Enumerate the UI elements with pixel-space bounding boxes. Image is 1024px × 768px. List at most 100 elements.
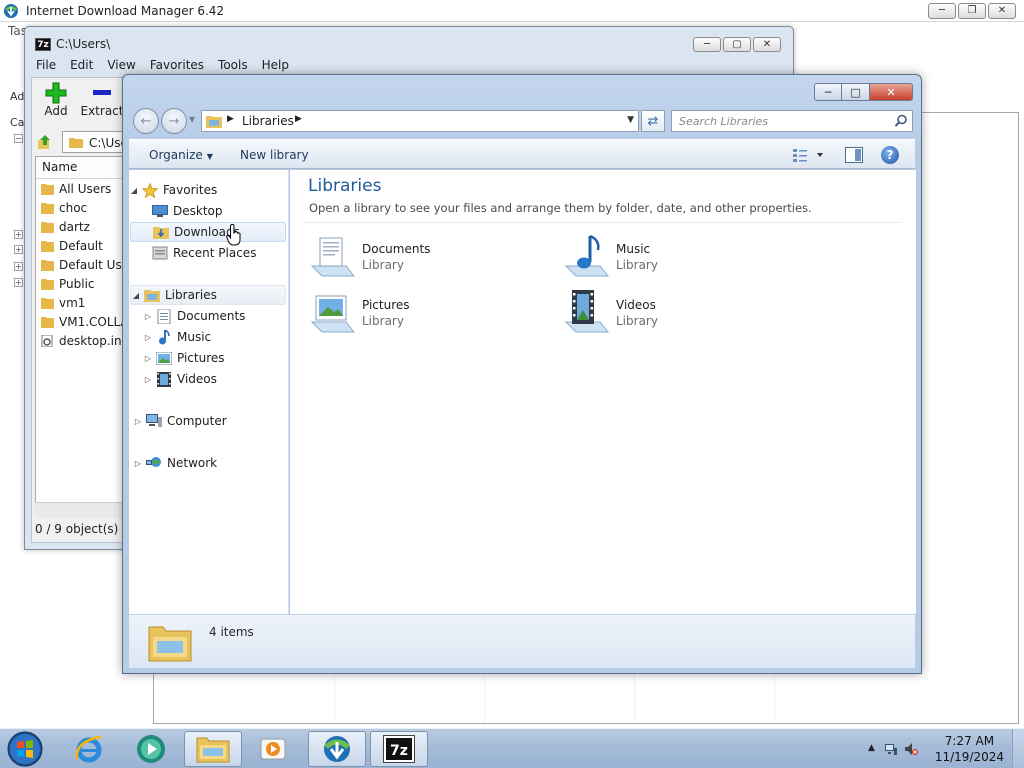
library-music[interactable]: Music Library (562, 232, 762, 282)
collapse-triangle-icon[interactable]: ◢ (129, 186, 139, 195)
tree-expand-icon[interactable]: + (14, 230, 23, 239)
desktop-icon (152, 204, 168, 218)
recent-pages-chevron-icon[interactable]: ▼ (189, 115, 195, 124)
menu-edit[interactable]: Edit (65, 57, 98, 77)
idm-title: Internet Download Manager 6.42 (26, 4, 225, 18)
restore-icon: ❐ (967, 5, 977, 16)
idm-minimize-button[interactable]: ─ (928, 3, 956, 19)
search-input[interactable] (672, 111, 886, 131)
address-dropdown-icon[interactable]: ▼ (627, 115, 634, 125)
library-documents[interactable]: Documents Library (308, 232, 508, 282)
nav-documents[interactable]: ▷ Documents (143, 306, 245, 326)
sevenzip-maximize-button[interactable]: ▢ (723, 37, 751, 52)
expand-triangle-icon[interactable]: ▷ (143, 312, 153, 321)
change-view-icon[interactable] (791, 146, 827, 164)
nav-network[interactable]: ▷ Network (133, 453, 217, 473)
nav-videos[interactable]: ▷ Videos (143, 369, 217, 389)
explorer-window: ─ □ ✕ ← → ▼ ▶ Libraries ▶ ▼ ⇄ Organize▼ … (122, 74, 922, 674)
back-button[interactable]: ← (133, 108, 159, 134)
search-box (671, 110, 913, 132)
divider (304, 222, 902, 223)
libraries-folder-icon (206, 116, 222, 128)
add-button[interactable]: Add (34, 82, 78, 118)
back-arrow-icon: ← (140, 113, 152, 129)
nav-downloads[interactable]: Downloads (130, 222, 286, 242)
tree-expand-icon[interactable]: − (14, 134, 23, 143)
idm-logo-icon (4, 4, 18, 18)
star-icon (142, 182, 158, 198)
expand-triangle-icon[interactable]: ▷ (143, 375, 153, 384)
explorer-close-button[interactable]: ✕ (870, 83, 913, 101)
dropdown-caret-icon: ▼ (206, 152, 213, 161)
show-desktop-button[interactable] (1012, 729, 1024, 768)
network-status-icon[interactable] (884, 742, 898, 756)
library-name: Documents (362, 242, 431, 256)
taskbar-media-app[interactable] (122, 731, 180, 767)
preview-pane-button[interactable] (845, 147, 863, 163)
minimize-icon: ─ (824, 85, 832, 99)
hand-cursor-icon (226, 224, 241, 246)
nav-computer[interactable]: ▷ Computer (133, 411, 227, 431)
videos-library-icon (564, 290, 610, 333)
up-folder-icon[interactable] (36, 133, 54, 151)
address-bar[interactable]: ▶ Libraries ▶ ▼ (201, 110, 639, 132)
help-button[interactable]: ? (881, 146, 899, 164)
minimize-icon: ─ (938, 5, 946, 16)
nav-recent-places[interactable]: Recent Places (149, 243, 256, 263)
clock-time: 7:27 AM (944, 734, 995, 748)
expand-triangle-icon[interactable]: ▷ (143, 354, 153, 363)
forward-button[interactable]: → (161, 108, 187, 134)
volume-muted-icon[interactable] (904, 742, 918, 756)
pictures-icon (156, 351, 172, 365)
library-kind: Library (616, 258, 658, 272)
idm-close-button[interactable]: ✕ (988, 3, 1016, 19)
breadcrumb-chevron-icon[interactable]: ▶ (227, 114, 234, 124)
idm-add-fragment[interactable]: Ad (10, 90, 24, 103)
tree-expand-icon[interactable]: + (14, 262, 23, 271)
internet-explorer-icon (75, 735, 102, 763)
settings-file-icon (41, 334, 53, 347)
refresh-button[interactable]: ⇄ (641, 110, 665, 132)
folder-icon (41, 183, 54, 195)
explorer-maximize-button[interactable]: □ (842, 83, 870, 101)
media-player-icon (260, 738, 286, 760)
library-videos[interactable]: Videos Library (562, 288, 762, 338)
expand-triangle-icon[interactable]: ▷ (133, 417, 143, 426)
show-hidden-icons-arrow-icon[interactable]: ▲ (868, 743, 882, 757)
new-library-button[interactable]: New library (234, 146, 315, 164)
nav-libraries[interactable]: ◢ Libraries (130, 285, 286, 305)
sevenzip-close-button[interactable]: ✕ (753, 37, 781, 52)
nav-desktop[interactable]: Desktop (149, 201, 223, 221)
network-icon (146, 456, 162, 470)
organize-button[interactable]: Organize ▼ (143, 146, 219, 164)
extract-button[interactable]: Extract (76, 82, 128, 118)
library-pictures[interactable]: Pictures Library (308, 288, 508, 338)
breadcrumb-chevron-icon[interactable]: ▶ (295, 114, 302, 124)
taskbar-internet-download-manager[interactable] (308, 731, 366, 767)
minimize-icon: ─ (703, 38, 711, 50)
breadcrumb[interactable]: Libraries (242, 114, 294, 128)
expand-triangle-icon[interactable]: ▷ (143, 333, 153, 342)
collapse-triangle-icon[interactable]: ◢ (131, 291, 141, 300)
nav-music[interactable]: ▷ Music (143, 327, 211, 347)
expand-triangle-icon[interactable]: ▷ (133, 459, 143, 468)
menu-file[interactable]: File (31, 57, 61, 77)
music-note-icon (156, 329, 172, 344)
tree-expand-icon[interactable]: + (14, 278, 23, 287)
tree-expand-icon[interactable]: + (14, 245, 23, 254)
folder-icon (41, 221, 54, 233)
taskbar-internet-explorer[interactable] (60, 731, 118, 767)
taskbar-media-player[interactable] (244, 731, 302, 767)
nav-favorites[interactable]: ◢ Favorites (129, 180, 217, 200)
explorer-minimize-button[interactable]: ─ (814, 83, 842, 101)
sevenzip-minimize-button[interactable]: ─ (693, 37, 721, 52)
start-button[interactable] (4, 730, 46, 768)
taskbar-7zip[interactable]: 7z (370, 731, 428, 767)
idm-restore-button[interactable]: ❐ (958, 3, 986, 19)
system-tray: ▲ 7:27 AM 11/19/2024 (854, 729, 1024, 768)
taskbar-windows-explorer[interactable] (184, 731, 242, 767)
search-icon[interactable] (894, 114, 908, 128)
nav-pictures[interactable]: ▷ Pictures (143, 348, 225, 368)
system-clock[interactable]: 7:27 AM 11/19/2024 (935, 733, 1004, 765)
folder-icon (41, 278, 54, 290)
